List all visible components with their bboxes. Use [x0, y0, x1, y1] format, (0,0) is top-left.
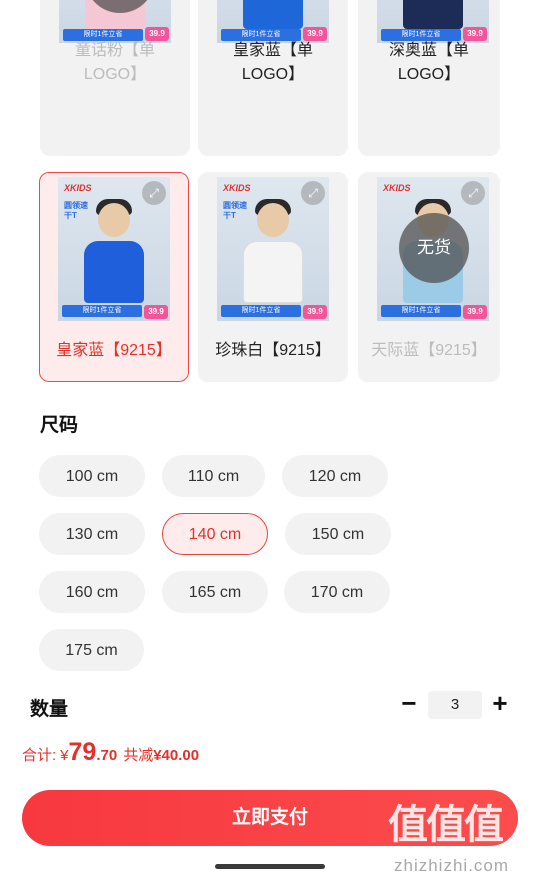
- color-option-label: 童话粉【单LOGO】: [74, 42, 155, 83]
- zoom-icon[interactable]: ⤢: [461, 181, 485, 205]
- shirt-image: [243, 0, 303, 29]
- size-option-160[interactable]: 160 cm: [39, 571, 145, 613]
- size-option-100[interactable]: 100 cm: [39, 455, 145, 497]
- brand-logo: XKIDS: [223, 183, 251, 193]
- quantity-label: 数量: [30, 699, 69, 720]
- quantity-input[interactable]: 3: [428, 691, 482, 719]
- shirt-image: [84, 241, 144, 303]
- promo-banner: 限时1件立省: [62, 305, 142, 317]
- out-of-stock-badge: 无货: [399, 213, 469, 283]
- color-option-label: 皇家蓝【单LOGO】: [232, 42, 313, 83]
- product-thumbnail: XKIDS 圆领速干T 限时1件立省 39.9 ⤢: [217, 177, 329, 321]
- product-tagline: 圆领速干T: [223, 201, 247, 220]
- price-tag: 39.9: [463, 305, 487, 319]
- promo-banner: 限时1件立省: [221, 305, 301, 317]
- currency-symbol: ¥: [60, 747, 69, 764]
- price-tag: 39.9: [303, 305, 327, 319]
- discount-label: 共减: [123, 747, 154, 764]
- price-tag: 39.9: [144, 305, 168, 319]
- watermark-logo: 值值值: [388, 803, 504, 847]
- size-option-150[interactable]: 150 cm: [285, 513, 391, 555]
- size-section-title: 尺码: [40, 415, 79, 436]
- promo-banner: 限时1件立省: [381, 305, 461, 317]
- watermark-url: zhizhizhi.com: [394, 856, 510, 875]
- discount-info: 共减¥40.00: [123, 744, 199, 765]
- total-label: 合计:: [22, 747, 57, 764]
- shirt-image: [243, 241, 303, 303]
- color-option-label: 天际蓝【9215】: [371, 342, 487, 359]
- quantity-increase-button[interactable]: +: [486, 690, 514, 718]
- product-thumbnail: XKIDS 圆领速干T 限时1件立省 39.9 ⤢: [58, 177, 170, 321]
- size-option-165[interactable]: 165 cm: [162, 571, 268, 613]
- brand-logo: XKIDS: [383, 183, 411, 193]
- color-option-pearl-white-9215[interactable]: XKIDS 圆领速干T 限时1件立省 39.9 ⤢ 珍珠白【9215】: [198, 172, 348, 382]
- order-total: 合计: ¥ 79 .70 共减¥40.00: [22, 738, 199, 774]
- color-option-pink-single-logo[interactable]: 限时1件立省 39.9 无货 童话粉【单LOGO】: [40, 0, 190, 156]
- size-option-170[interactable]: 170 cm: [284, 571, 390, 613]
- color-option-royal-blue-9215[interactable]: XKIDS 圆领速干T 限时1件立省 39.9 ⤢ 皇家蓝【9215】: [39, 172, 189, 382]
- color-option-deep-navy-single-logo[interactable]: 限时1件立省 39.9 深奥蓝【单LOGO】: [358, 0, 500, 156]
- model-face: [98, 203, 130, 237]
- size-option-110[interactable]: 110 cm: [162, 455, 265, 497]
- total-price-integer: 79: [68, 738, 97, 766]
- color-option-royal-blue-single-logo[interactable]: 限时1件立省 39.9 皇家蓝【单LOGO】: [198, 0, 348, 156]
- shirt-image: [403, 0, 463, 29]
- size-option-130[interactable]: 130 cm: [39, 513, 145, 555]
- size-option-175[interactable]: 175 cm: [39, 629, 144, 671]
- zoom-icon[interactable]: ⤢: [301, 181, 325, 205]
- color-option-label: 皇家蓝【9215】: [56, 342, 172, 359]
- model-face: [257, 203, 289, 237]
- total-price-decimal: .70: [96, 747, 118, 764]
- product-tagline: 圆领速干T: [64, 201, 88, 220]
- home-indicator[interactable]: [215, 864, 325, 869]
- discount-amount: ¥40.00: [153, 747, 200, 764]
- brand-logo: XKIDS: [64, 183, 92, 193]
- color-option-sky-blue-9215[interactable]: XKIDS 限时1件立省 39.9 ⤢ 无货 天际蓝【9215】: [358, 172, 500, 382]
- product-thumbnail: 限时1件立省 39.9: [217, 0, 329, 43]
- product-thumbnail: 限时1件立省 39.9: [377, 0, 489, 43]
- sku-selector-sheet: 限时1件立省 39.9 无货 童话粉【单LOGO】 限时1件立省 39.9 皇家…: [0, 0, 540, 720]
- size-option-140[interactable]: 140 cm: [162, 513, 268, 555]
- size-option-120[interactable]: 120 cm: [282, 455, 388, 497]
- quantity-decrease-button[interactable]: −: [395, 690, 423, 718]
- color-option-label: 珍珠白【9215】: [215, 342, 331, 359]
- color-option-label: 深奥蓝【单LOGO】: [388, 42, 469, 83]
- zoom-icon[interactable]: ⤢: [142, 181, 166, 205]
